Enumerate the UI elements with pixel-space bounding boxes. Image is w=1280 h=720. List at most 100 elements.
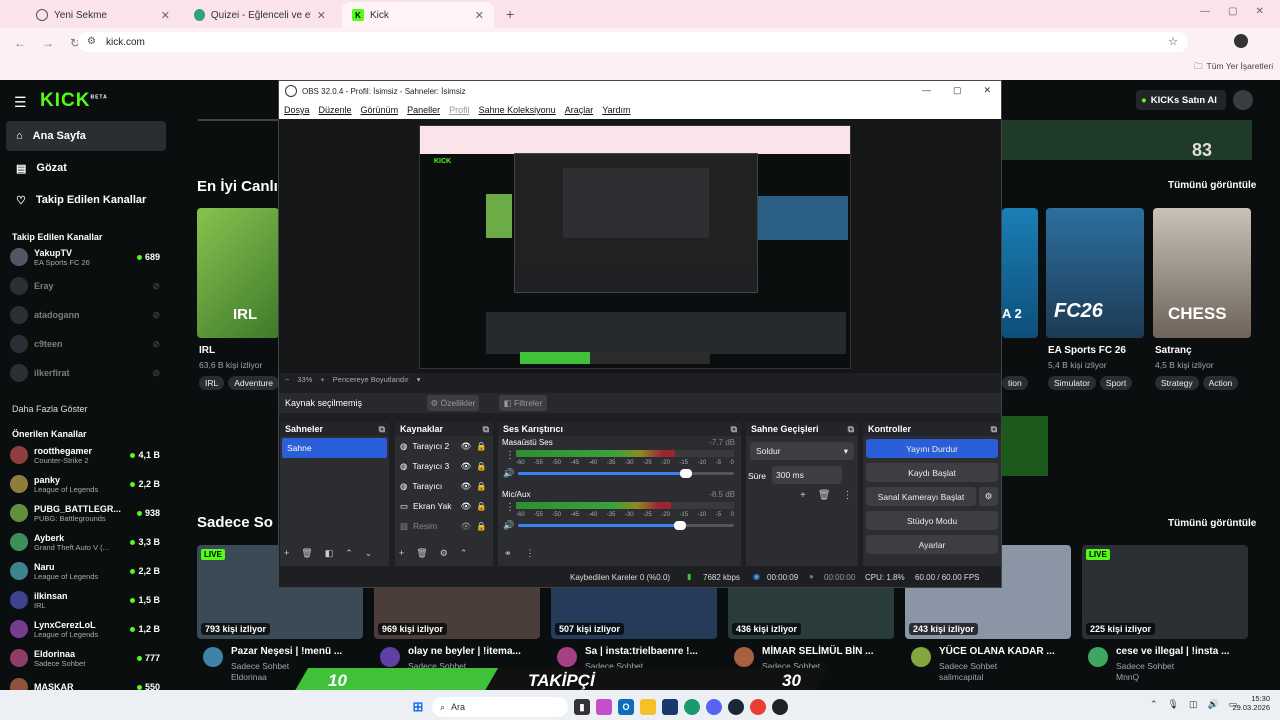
start-icon[interactable]: ⊞ <box>410 699 426 715</box>
discord-icon[interactable] <box>706 699 722 715</box>
menu-item[interactable]: Görünüm <box>361 105 399 115</box>
video-category[interactable]: Sadece Sohbet <box>939 661 997 671</box>
task-view-icon[interactable]: ▮ <box>574 699 590 715</box>
tab-quizei[interactable]: Quizei - Eğlenceli ve etkileşimli ✕ <box>184 2 336 28</box>
control-button[interactable]: Sanal Kamerayı Başlat <box>866 487 976 506</box>
category-card-chess[interactable]: CHESS <box>1153 208 1251 338</box>
see-all-chat[interactable]: Tümünü görüntüle <box>1168 518 1256 529</box>
edge-icon[interactable] <box>684 699 700 715</box>
scene-item[interactable]: Sahne <box>282 438 387 458</box>
kick-logo[interactable]: KICKBETA <box>40 90 108 112</box>
chevron-up-icon[interactable]: ⌃ <box>1150 699 1158 710</box>
tag[interactable]: Action <box>1202 376 1239 390</box>
store-icon[interactable] <box>662 699 678 715</box>
gear-icon[interactable]: ⚙ <box>979 487 998 506</box>
close-icon[interactable]: ✕ <box>983 85 991 96</box>
menu-item[interactable]: Araçlar <box>565 105 594 115</box>
lock-icon[interactable]: 🔒 <box>476 521 493 532</box>
volume-icon[interactable]: 🔊 <box>1208 699 1219 710</box>
promo-thumbnail[interactable] <box>1002 416 1048 476</box>
recommended-channel[interactable]: rootthegamer Counter-Strike 2 4,1 B <box>10 442 160 468</box>
chevron-down-icon[interactable]: ▾ <box>417 375 421 384</box>
video-title[interactable]: Sa | insta:trielbaenre !... <box>585 646 698 657</box>
gear-icon[interactable]: ⚙ <box>440 548 448 559</box>
tag[interactable]: Simulator <box>1048 376 1096 390</box>
eye-icon[interactable]: 👁 <box>461 441 472 452</box>
menu-item[interactable]: Sahne Koleksiyonu <box>479 105 556 115</box>
eye-icon[interactable]: 👁 <box>461 501 472 512</box>
duration-input[interactable]: 300 ms <box>772 466 842 484</box>
minimize-icon[interactable]: — <box>922 85 931 96</box>
tag[interactable]: Sport <box>1099 376 1133 390</box>
source-item[interactable]: ◍ Tarayıcı 2 👁 🔒 <box>395 436 493 456</box>
video-title[interactable]: olay ne beyler | !itema... <box>408 646 521 657</box>
menu-item[interactable]: Paneller <box>407 105 440 115</box>
menu-item[interactable]: Profil <box>449 105 470 115</box>
clock[interactable]: 15:30 29.03.2026 <box>1226 694 1270 712</box>
user-avatar[interactable] <box>1233 90 1253 110</box>
steam-icon[interactable] <box>728 699 744 715</box>
control-button[interactable]: Yayını Durdur <box>866 439 998 458</box>
tag[interactable]: Strategy <box>1155 376 1199 390</box>
category-card-partial[interactable]: A 2 <box>1002 208 1038 338</box>
menu-icon[interactable]: ☰ <box>14 94 27 111</box>
transition-select[interactable]: Soldur ▾ <box>750 442 854 460</box>
menu-item[interactable]: Dosya <box>284 105 310 115</box>
recommended-channel[interactable]: Ayberk Grand Theft Auto V (... 3,3 B <box>10 529 160 555</box>
control-button[interactable]: Kaydı Başlat <box>866 463 998 482</box>
avatar[interactable] <box>380 647 400 667</box>
source-item[interactable]: ▨ Resim 👁 🔒 <box>395 516 493 536</box>
minimize-icon[interactable]: — <box>1200 6 1210 17</box>
show-more-link[interactable]: Daha Fazla Göster <box>12 404 88 414</box>
move-up-icon[interactable]: ⌃ <box>345 548 353 559</box>
mixer-menu-icon[interactable]: ⋮ <box>505 450 515 461</box>
maximize-icon[interactable]: ▢ <box>1228 6 1237 17</box>
followed-channel[interactable]: c9teen ⊘ <box>10 331 160 357</box>
recommended-channel[interactable]: PUBG_BATTLEGR... PUBG: Battlegrounds 938 <box>10 500 160 526</box>
recommended-channel[interactable]: ilkinsan IRL 1,5 B <box>10 587 160 613</box>
file-explorer-icon[interactable] <box>640 699 656 715</box>
control-button[interactable]: Ayarlar <box>866 535 998 554</box>
eye-icon[interactable]: 👁 <box>461 481 472 492</box>
menu-item[interactable]: Yardım <box>602 105 630 115</box>
move-up-icon[interactable]: ⌃ <box>460 548 468 559</box>
avatar[interactable] <box>557 647 577 667</box>
source-item[interactable]: ▭ Ekran Yak 👁 🔒 <box>395 496 493 516</box>
video-thumbnail[interactable]: LIVE 225 kişi izliyor <box>1082 545 1248 639</box>
video-channel[interactable]: Eldorinaa <box>231 672 267 682</box>
lock-icon[interactable]: 🔒 <box>476 461 493 472</box>
eye-icon[interactable]: 👁 <box>461 461 472 472</box>
copilot-icon[interactable] <box>596 699 612 715</box>
obs-taskbar-icon[interactable] <box>772 699 788 715</box>
eye-icon[interactable]: 👁 <box>461 521 472 532</box>
recommended-channel[interactable]: LynxCerezLoL League of Legends 1,2 B <box>10 616 160 642</box>
followed-channel[interactable]: YakupTV EA Sports FC 26 689 <box>10 244 160 270</box>
profile-avatar[interactable] <box>1234 34 1248 48</box>
new-tab-button[interactable]: + <box>506 6 514 22</box>
tag[interactable]: Adventure <box>228 376 279 390</box>
tab-new-tab[interactable]: Yeni Sekme ✕ <box>26 2 180 28</box>
video-category[interactable]: Sadece Sohbet <box>231 661 289 671</box>
avatar[interactable] <box>734 647 754 667</box>
trash-icon[interactable]: 🗑 <box>416 548 427 559</box>
more-icon[interactable]: ⋮ <box>526 548 535 559</box>
address-bar[interactable]: ⚙ kick.com ☆ <box>78 32 1188 52</box>
outlook-icon[interactable]: O <box>618 699 634 715</box>
taskbar-search[interactable]: ⌕ Ara <box>432 697 568 717</box>
network-icon[interactable]: ◫ <box>1189 699 1198 710</box>
link-icon[interactable]: ⚭ <box>504 548 512 559</box>
mixer-menu-icon[interactable]: ⋮ <box>505 502 515 513</box>
tag[interactable]: tion <box>1002 376 1028 390</box>
zoom-out-icon[interactable]: − <box>285 375 289 384</box>
category-card-fc26[interactable]: FC26 <box>1046 208 1144 338</box>
recommended-channel[interactable]: Eldorinaa Sadece Sohbet 777 <box>10 645 160 671</box>
followed-channel[interactable]: Eray ⊘ <box>10 273 160 299</box>
see-all-categories[interactable]: Tümünü görüntüle <box>1168 180 1256 191</box>
close-window-icon[interactable]: ✕ <box>1255 6 1263 17</box>
lock-icon[interactable]: 🔒 <box>476 501 493 512</box>
menu-item[interactable]: Düzenle <box>319 105 352 115</box>
avatar[interactable] <box>1088 647 1108 667</box>
lock-icon[interactable]: 🔒 <box>476 441 493 452</box>
source-item[interactable]: ◍ Tarayıcı 3 👁 🔒 <box>395 456 493 476</box>
all-bookmarks[interactable]: 🗀 Tüm Yer İşaretleri <box>1194 61 1273 75</box>
